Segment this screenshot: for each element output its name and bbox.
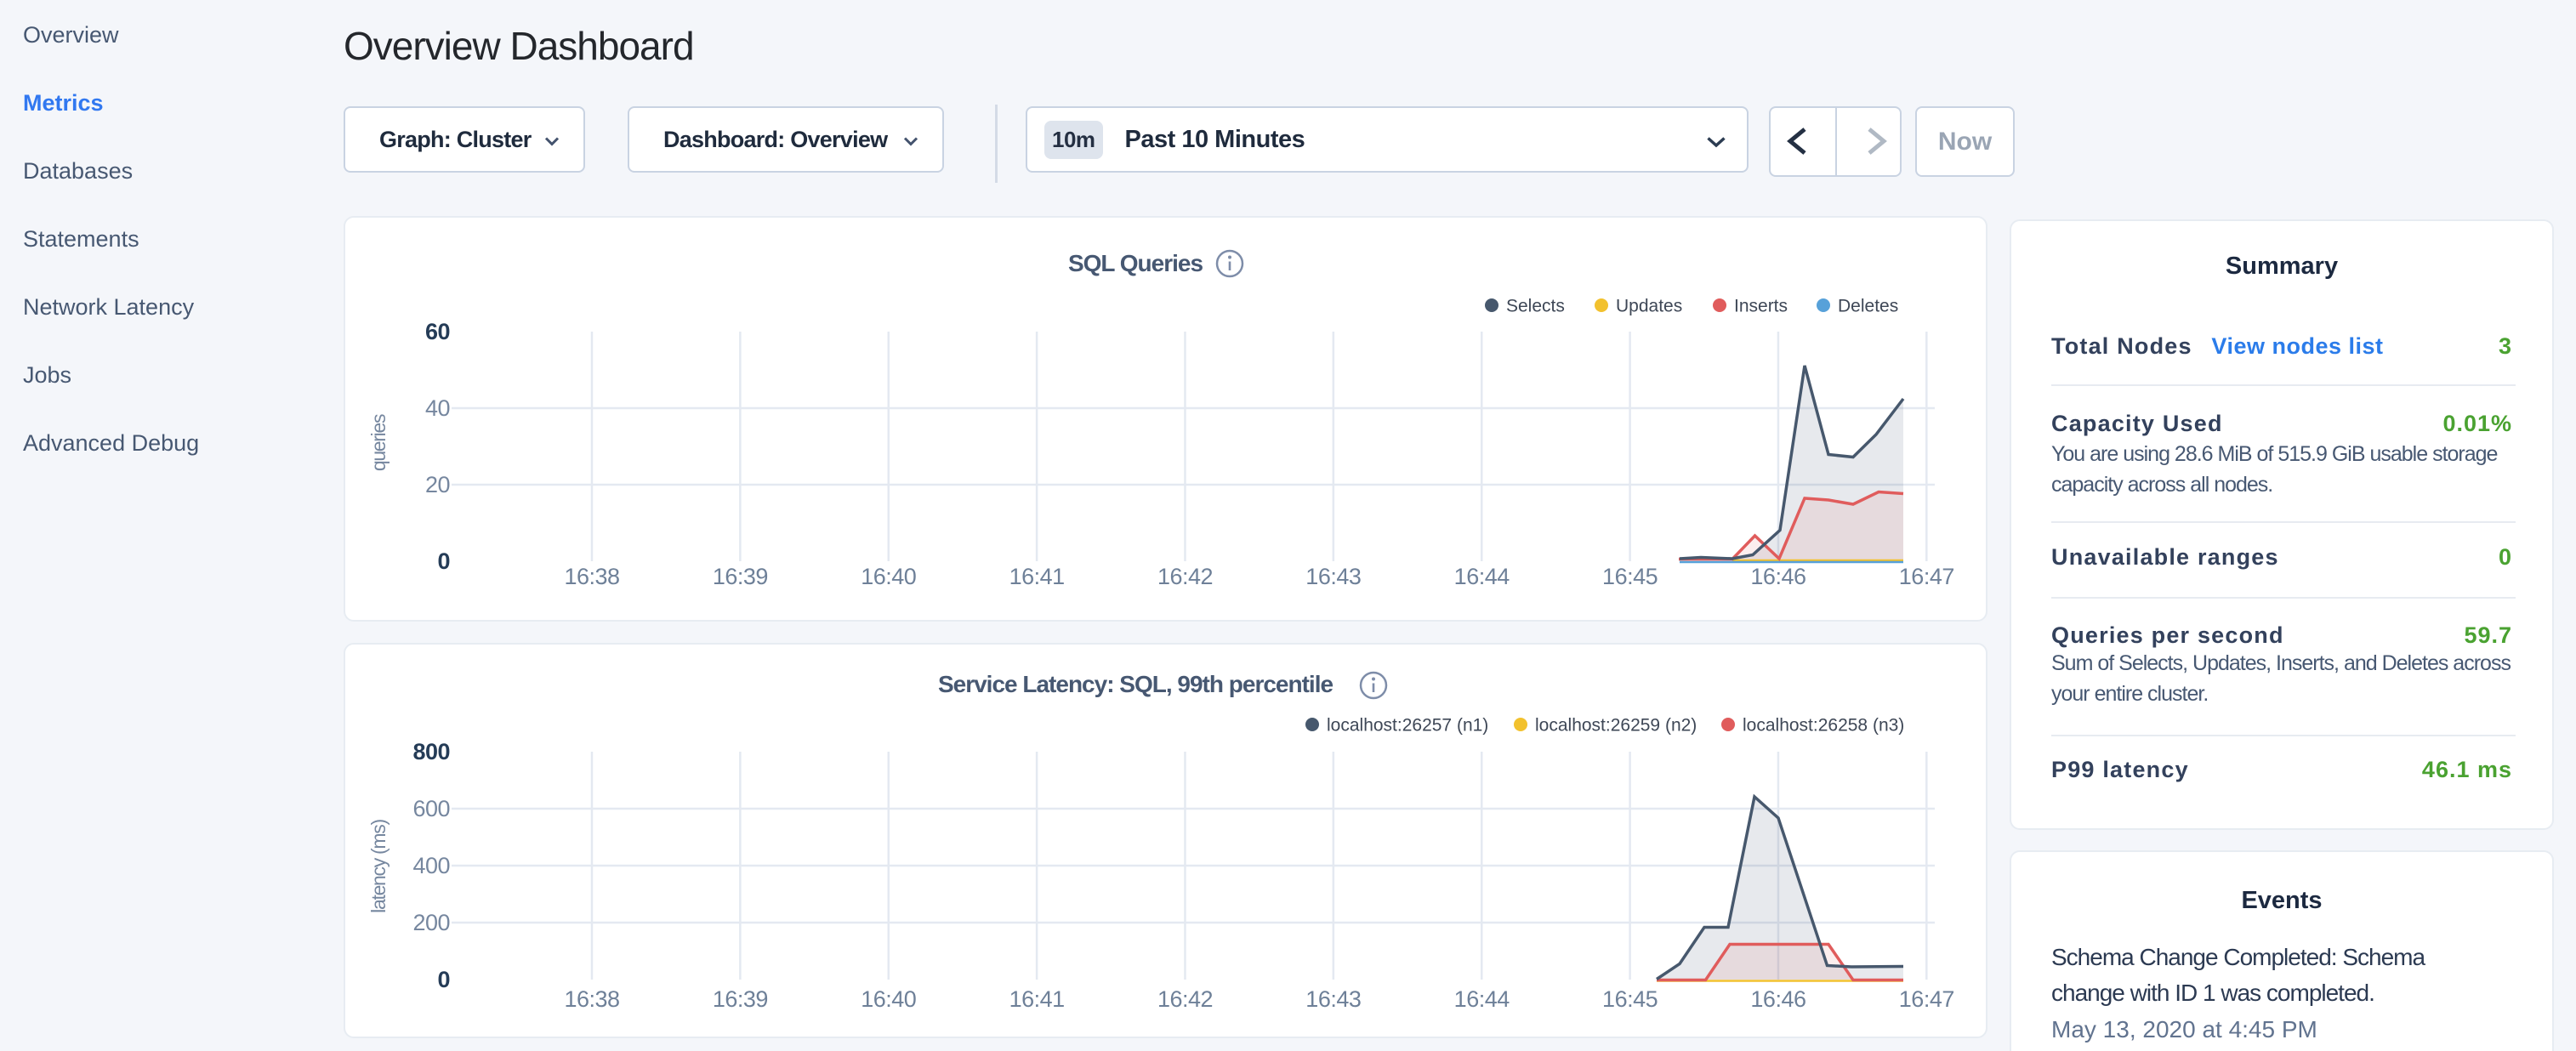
svg-text:600: 600 [412,796,450,821]
svg-text:16:43: 16:43 [1305,564,1361,589]
svg-text:0: 0 [437,967,450,992]
svg-text:16:47: 16:47 [1899,564,1954,589]
svg-text:16:45: 16:45 [1602,986,1658,1012]
svg-text:16:42: 16:42 [1157,564,1213,589]
svg-text:16:42: 16:42 [1157,986,1213,1012]
svg-text:16:39: 16:39 [713,564,768,589]
svg-text:16:41: 16:41 [1009,564,1065,589]
svg-text:0: 0 [437,548,450,574]
svg-text:60: 60 [425,319,450,344]
svg-text:40: 40 [425,395,450,421]
svg-text:16:43: 16:43 [1305,986,1361,1012]
svg-text:Selects: Selects [1506,297,1565,316]
svg-text:localhost:26259 (n2): localhost:26259 (n2) [1535,716,1697,736]
svg-text:20: 20 [425,472,450,497]
svg-text:200: 200 [412,910,450,935]
svg-text:Deletes: Deletes [1838,297,1898,316]
svg-text:16:38: 16:38 [564,564,619,589]
svg-text:queries: queries [367,414,390,471]
svg-text:latency (ms): latency (ms) [367,820,390,913]
svg-text:localhost:26257 (n1): localhost:26257 (n1) [1327,716,1488,736]
svg-text:SQL Queries: SQL Queries [1068,250,1203,276]
svg-text:16:41: 16:41 [1009,986,1065,1012]
svg-text:16:40: 16:40 [861,564,916,589]
svg-text:Updates: Updates [1616,297,1682,316]
svg-text:16:40: 16:40 [861,986,916,1012]
svg-text:Service Latency: SQL, 99th per: Service Latency: SQL, 99th percentile [938,671,1333,697]
svg-text:800: 800 [412,739,450,764]
svg-text:16:45: 16:45 [1602,564,1658,589]
svg-text:400: 400 [412,853,450,878]
svg-text:16:38: 16:38 [564,986,619,1012]
svg-text:localhost:26258 (n3): localhost:26258 (n3) [1743,716,1904,736]
svg-text:16:46: 16:46 [1750,564,1805,589]
svg-text:16:39: 16:39 [713,986,768,1012]
svg-text:16:46: 16:46 [1750,986,1805,1012]
svg-text:16:44: 16:44 [1454,986,1510,1012]
svg-text:16:44: 16:44 [1454,564,1510,589]
svg-text:16:47: 16:47 [1899,986,1954,1012]
svg-text:Inserts: Inserts [1734,297,1788,316]
